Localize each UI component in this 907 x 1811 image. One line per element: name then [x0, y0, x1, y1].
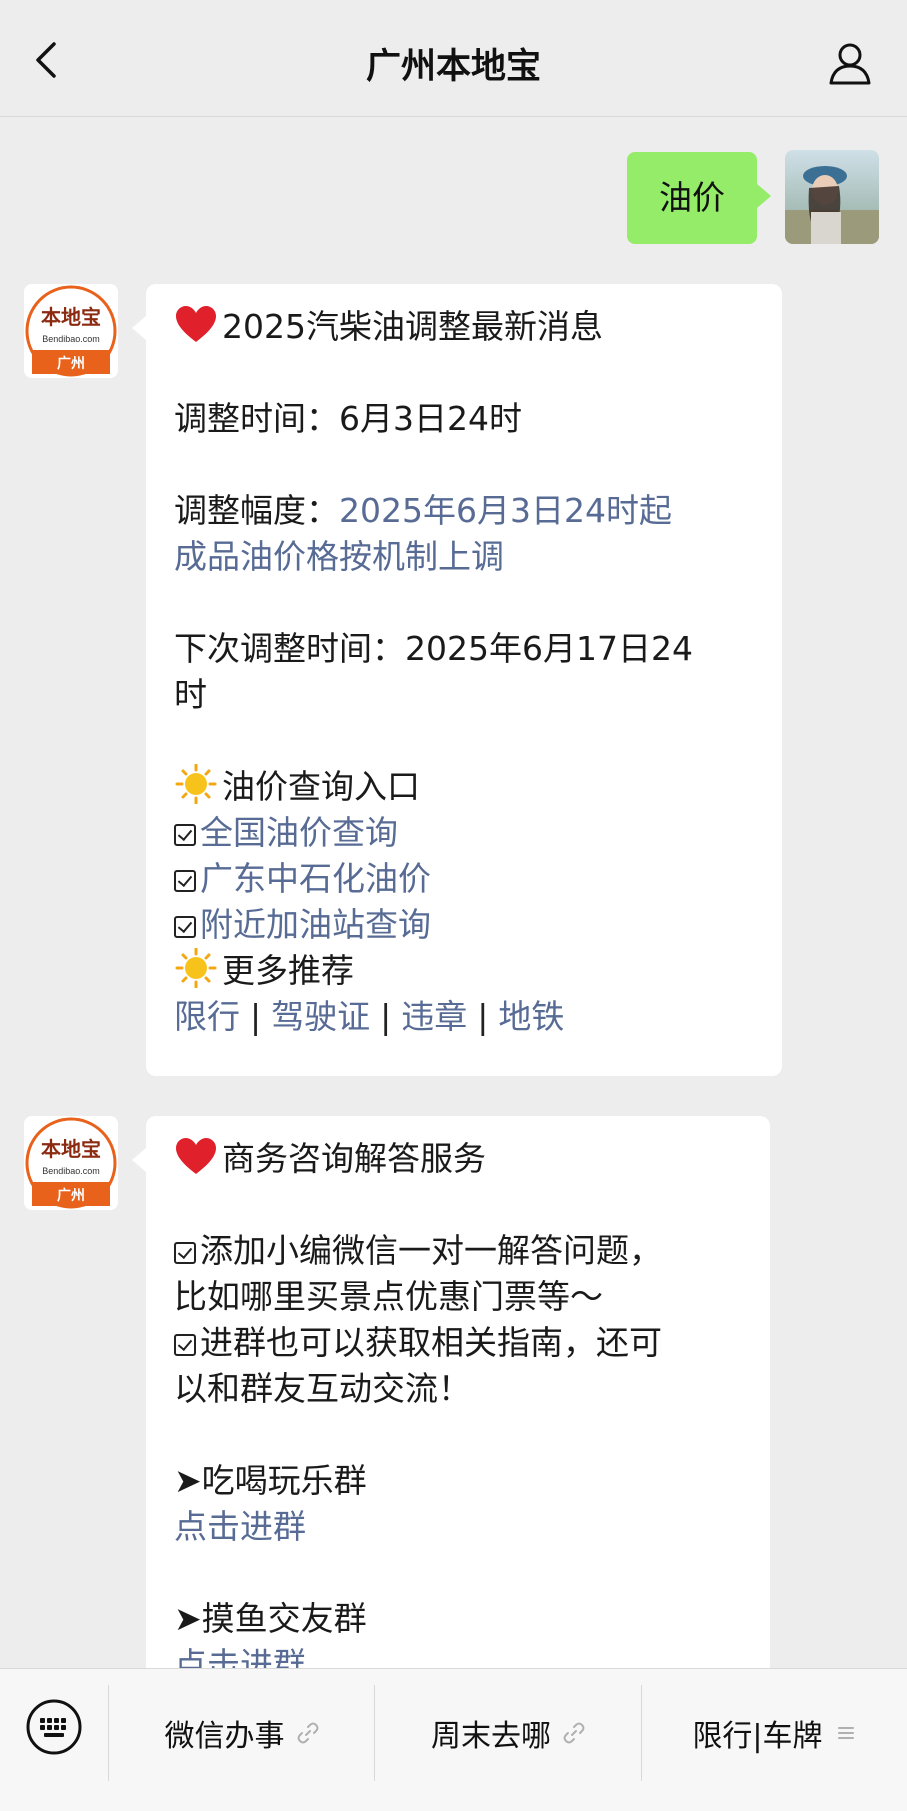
bottom-menu-bar: 微信办事 周末去哪 限行|车牌	[0, 1668, 907, 1811]
sun-icon	[175, 948, 217, 988]
menu-item-weekend[interactable]: 周末去哪	[375, 1669, 641, 1797]
message-title: 商务咨询解答服务	[222, 1139, 486, 1178]
chat-title: 广州本地宝	[365, 47, 541, 87]
link-nearby-gas-station[interactable]: 附近加油站查询	[200, 905, 431, 944]
link-driver-license[interactable]: 驾驶证	[271, 997, 370, 1036]
link-national-oil-price[interactable]: 全国油价查询	[200, 813, 398, 852]
menu-label: 微信办事	[164, 1719, 285, 1754]
red-heart-icon	[176, 306, 216, 342]
separator: |	[250, 997, 262, 1036]
more-heading: 更多推荐	[222, 951, 354, 990]
svg-text:本地宝: 本地宝	[41, 1137, 101, 1161]
outgoing-message-row: 油价	[479, 150, 879, 245]
svg-text:广州: 广州	[57, 355, 85, 371]
group1-join-link[interactable]: 点击进群	[174, 1504, 742, 1550]
checkbox-icon	[174, 870, 196, 892]
range-link[interactable]: 2025年6月3日24时起	[339, 491, 672, 530]
bot-avatar[interactable]: 本地宝 Bendibao.com 广州	[24, 1116, 118, 1210]
checkbox-icon	[174, 1334, 196, 1356]
bot-avatar[interactable]: 本地宝 Bendibao.com 广州	[24, 284, 118, 378]
link-traffic-restriction[interactable]: 限行	[174, 997, 240, 1036]
range-link-line2[interactable]: 成品油价格按机制上调	[174, 534, 754, 580]
checkbox-icon	[174, 824, 196, 846]
checkbox-icon	[174, 1242, 196, 1264]
separator: |	[477, 997, 489, 1036]
svg-text:广州: 广州	[57, 1187, 85, 1203]
menu-item-traffic-plate[interactable]: 限行|车牌	[642, 1669, 907, 1797]
para2-line2: 以和群友互动交流！	[174, 1369, 471, 1408]
message-bubble-business-service: 商务咨询解答服务 添加小编微信一对一解答问题， 比如哪里买景点优惠门票等～ 进群…	[132, 1116, 770, 1756]
link-icon	[297, 1722, 318, 1744]
adjust-time-label: 调整时间：	[174, 399, 339, 438]
brand-logo-text: 本地宝	[41, 305, 101, 329]
profile-icon[interactable]	[827, 40, 873, 86]
svg-text:Bendibao.com: Bendibao.com	[42, 334, 100, 344]
svg-text:Bendibao.com: Bendibao.com	[42, 1166, 100, 1176]
sun-icon	[175, 764, 217, 804]
adjust-time-value: 6月3日24时	[339, 399, 522, 438]
link-icon	[563, 1722, 585, 1744]
para2-line1: 进群也可以获取相关指南，还可	[200, 1323, 662, 1362]
outgoing-bubble[interactable]: 油价	[627, 152, 771, 244]
link-guangdong-sinopec[interactable]: 广东中石化油价	[200, 859, 431, 898]
next-adjust-value-cont: 时	[174, 675, 207, 714]
para1-line2: 比如哪里买景点优惠门票等～	[174, 1277, 603, 1316]
query-heading: 油价查询入口	[222, 767, 420, 806]
message-bubble-oil-price: 2025汽柴油调整最新消息 调整时间：6月3日24时 调整幅度：2025年6月3…	[132, 284, 782, 1076]
nav-header: 广州本地宝	[0, 0, 907, 117]
keyboard-icon[interactable]	[26, 1699, 82, 1755]
menu-label: 周末去哪	[431, 1719, 551, 1754]
menu-label: 限行|车牌	[692, 1719, 823, 1754]
checkbox-icon	[174, 916, 196, 938]
message-title: 2025汽柴油调整最新消息	[222, 307, 603, 346]
group2-heading: ➤摸鱼交友群	[174, 1599, 367, 1638]
red-heart-icon	[176, 1138, 216, 1174]
link-metro[interactable]: 地铁	[498, 997, 564, 1036]
next-adjust-value: 2025年6月17日24	[405, 629, 693, 668]
separator: |	[380, 997, 392, 1036]
user-avatar[interactable]	[785, 150, 879, 244]
group1-heading: ➤吃喝玩乐群	[174, 1461, 367, 1500]
range-label: 调整幅度：	[174, 491, 339, 530]
para1-line1: 添加小编微信一对一解答问题，	[200, 1231, 662, 1270]
link-violation[interactable]: 违章	[401, 997, 467, 1036]
menu-lines-icon	[837, 1727, 854, 1739]
next-adjust-label: 下次调整时间：	[174, 629, 405, 668]
menu-item-wechat-services[interactable]: 微信办事	[109, 1669, 374, 1797]
